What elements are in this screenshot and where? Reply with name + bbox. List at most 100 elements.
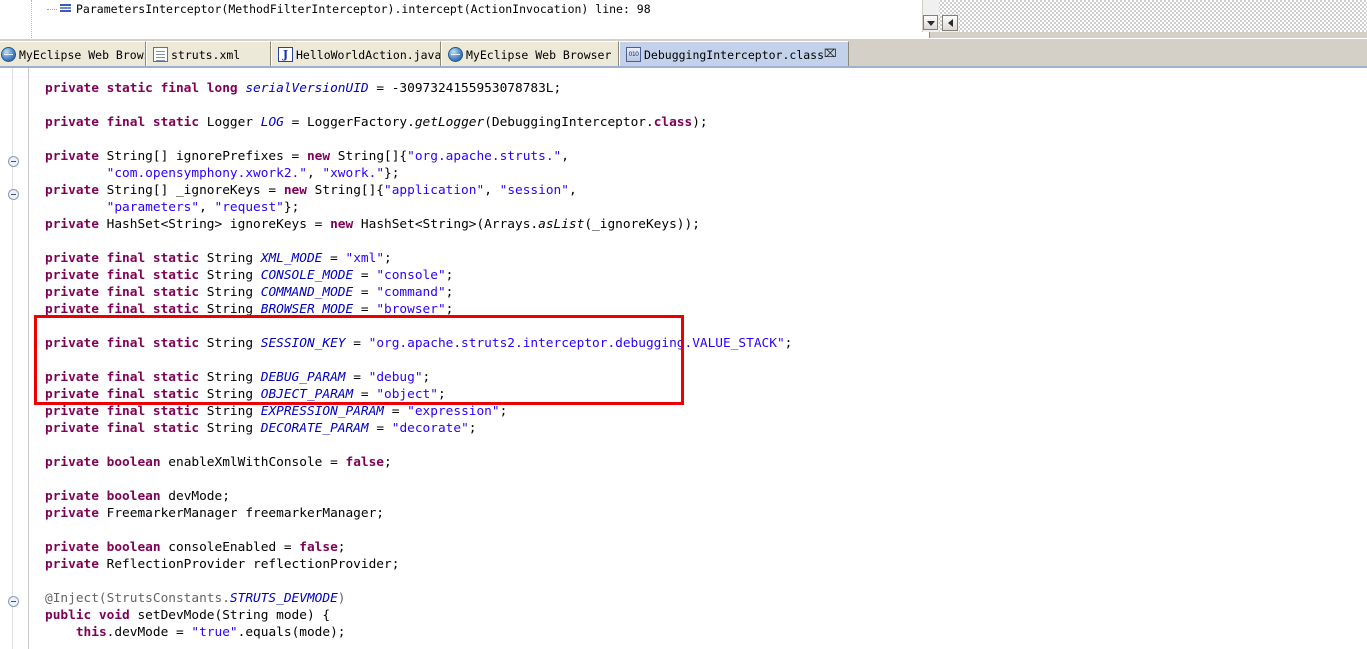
code-token-str: "request"	[214, 200, 284, 215]
code-token-pln: ;	[499, 404, 508, 419]
code-token-pln	[45, 625, 76, 640]
code-token-pln: =	[353, 387, 377, 402]
code-token-pln: devMode;	[168, 489, 230, 504]
code-token-fld: serialVersionUID	[245, 81, 369, 96]
code-token-pln: Logger	[206, 115, 261, 130]
tree-connector	[47, 9, 57, 11]
code-token-str: "application"	[384, 183, 485, 198]
scroll-left-button[interactable]	[942, 15, 958, 31]
fold-marker[interactable]	[8, 156, 19, 167]
code-token-pln: String	[206, 336, 261, 351]
tab-helloworldaction-java[interactable]: J HelloWorldAction.java	[271, 41, 441, 67]
code-token-pln: String	[206, 421, 261, 436]
fold-marker[interactable]	[8, 596, 19, 607]
code-token-kw: private final static	[45, 421, 207, 436]
code-line: private final static String SESSION_KEY …	[45, 335, 792, 352]
code-token-pln: =	[353, 285, 377, 300]
tab-myeclipse-web-browser-1[interactable]: MyEclipse Web Browser	[0, 41, 146, 67]
code-token-pln: String[]{	[337, 149, 408, 164]
scroll-down-button[interactable]	[923, 15, 938, 30]
code-line: private String[] _ignoreKeys = new Strin…	[45, 182, 577, 199]
code-token-kw: private final static	[45, 387, 207, 402]
code-token-fld: DEBUG_PARAM	[260, 370, 346, 385]
code-token-pln	[45, 200, 107, 215]
code-line: private static final long serialVersionU…	[45, 80, 561, 97]
code-line: private ReflectionProvider reflectionPro…	[45, 556, 399, 573]
code-line: private FreemarkerManager freemarkerMana…	[45, 505, 384, 522]
code-token-pln: };	[283, 200, 300, 215]
code-token-pln: = -3097324155953078783L;	[368, 81, 562, 96]
code-token-kw: private final static	[45, 285, 207, 300]
stack-vertical-scrollbar[interactable]	[922, 0, 939, 32]
class-file-icon: 010	[626, 47, 641, 62]
code-token-kw: private final static	[45, 370, 207, 385]
tab-debugginginterceptor-class[interactable]: 010 DebuggingInterceptor.class ⌧	[619, 41, 849, 69]
tab-label: MyEclipse Web Browser	[466, 48, 612, 62]
code-token-pln: (_ignoreKeys));	[584, 217, 700, 232]
tab-struts-xml[interactable]: struts.xml	[146, 41, 271, 67]
code-line: "parameters", "request"};	[45, 199, 300, 216]
code-token-kw: private	[45, 149, 107, 164]
code-line: this.devMode = "true".equals(mode);	[45, 624, 346, 641]
code-token-kw: private final static	[45, 115, 207, 130]
editor-gutter[interactable]	[0, 68, 29, 649]
stack-frame-row[interactable]: ParametersInterceptor(MethodFilterInterc…	[0, 0, 929, 19]
code-token-kw: private	[45, 183, 107, 198]
code-line: private boolean enableXmlWithConsole = f…	[45, 454, 392, 471]
code-line: private String[] ignorePrefixes = new St…	[45, 148, 569, 165]
close-icon[interactable]: ⌧	[824, 48, 837, 60]
code-token-pln: String	[206, 251, 261, 266]
code-token-pln: String	[206, 285, 261, 300]
inactive-area-hatch	[938, 0, 1367, 32]
code-token-pln: String	[206, 302, 261, 317]
editor-tab-bar: MyEclipse Web Browser struts.xml J Hello…	[0, 38, 1367, 69]
code-token-pln: = LoggerFactory.	[283, 115, 415, 130]
code-token-pln: =	[345, 370, 369, 385]
tab-label: MyEclipse Web Browser	[19, 48, 145, 62]
code-line: public void setDevMode(String mode) {	[45, 607, 330, 624]
code-token-pln: String	[206, 387, 261, 402]
code-token-pln: .equals(mode);	[237, 625, 346, 640]
code-token-pln: =	[353, 268, 377, 283]
code-token-kw: private final static	[45, 404, 207, 419]
code-token-pln: =	[368, 421, 392, 436]
code-token-kw: private static final long	[45, 81, 246, 96]
stack-horizontal-scrollbar[interactable]	[942, 15, 959, 32]
chevron-down-icon	[927, 21, 935, 26]
tab-label: struts.xml	[171, 48, 241, 62]
code-token-pln: enableXmlWithConsole =	[168, 455, 346, 470]
code-token-kw: new	[330, 217, 361, 232]
code-line: private final static String DEBUG_PARAM …	[45, 369, 430, 386]
code-token-str: "parameters"	[106, 200, 200, 215]
code-token-pln: ;	[784, 336, 793, 351]
code-token-pln: };	[384, 166, 400, 181]
code-token-fld: COMMAND_MODE	[260, 285, 354, 300]
code-token-pln: .devMode =	[106, 625, 192, 640]
code-token-kw: private final static	[45, 268, 207, 283]
debug-stack-list[interactable]: ParametersInterceptor(MethodFilterInterc…	[0, 0, 930, 38]
code-token-pln: ;	[468, 421, 477, 436]
stack-frame-label: ParametersInterceptor(MethodFilterInterc…	[76, 2, 651, 16]
fold-marker[interactable]	[8, 189, 19, 200]
code-token-pln: consoleEnabled =	[168, 540, 300, 555]
code-token-kw: public void	[45, 608, 138, 623]
code-token-str: "xwork."	[322, 166, 385, 181]
code-token-fld: CONSOLE_MODE	[260, 268, 354, 283]
code-editor[interactable]: private static final long serialVersionU…	[0, 68, 1367, 649]
code-token-pln: ;	[384, 455, 392, 470]
code-token-pln: =	[353, 302, 377, 317]
code-line: private final static String COMMAND_MODE…	[45, 284, 453, 301]
code-line: private boolean devMode;	[45, 488, 230, 505]
tab-label: DebuggingInterceptor.class	[644, 48, 825, 62]
tab-myeclipse-web-browser-2[interactable]: MyEclipse Web Browser	[441, 41, 619, 67]
code-line: private final static String XML_MODE = "…	[45, 250, 392, 267]
code-token-kw: private boolean	[45, 455, 169, 470]
tab-label: HelloWorldAction.java	[296, 48, 441, 62]
code-token-pln: setDevMode(String mode) {	[137, 608, 331, 623]
code-token-mth: asList	[538, 217, 585, 232]
code-token-pln: ;	[445, 268, 454, 283]
code-token-pln: String[] ignorePrefixes =	[106, 149, 307, 164]
globe-icon	[1, 47, 16, 62]
code-text[interactable]: private static final long serialVersionU…	[29, 68, 1367, 649]
code-line: private final static String OBJECT_PARAM…	[45, 386, 446, 403]
